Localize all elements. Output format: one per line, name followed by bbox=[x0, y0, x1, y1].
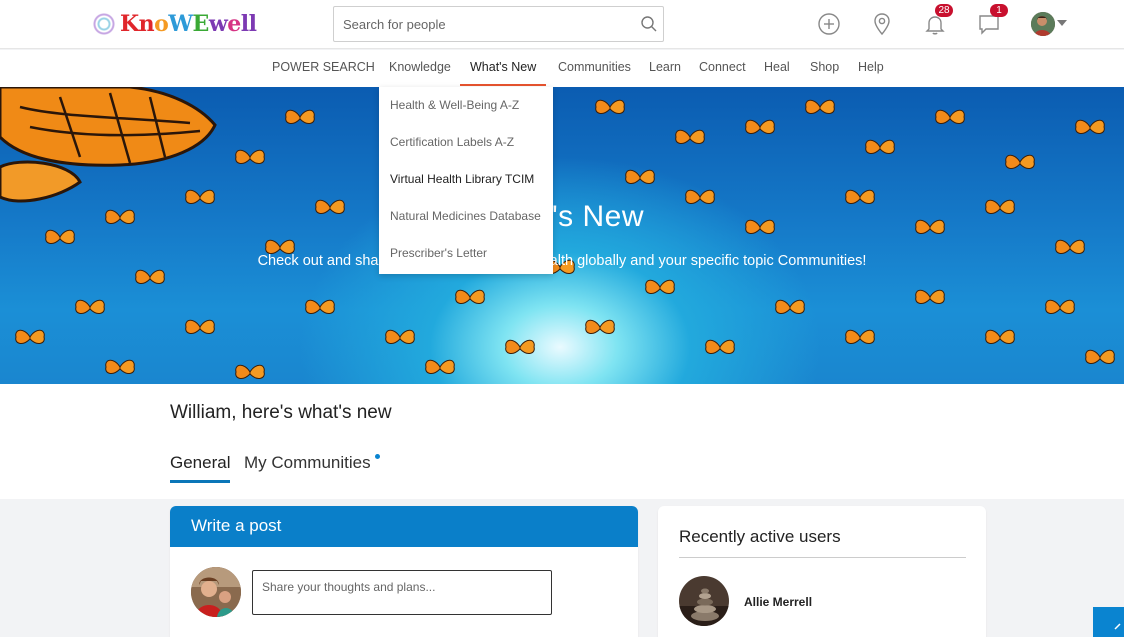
user-avatar[interactable] bbox=[679, 576, 729, 626]
nav-learn[interactable]: Learn bbox=[649, 50, 681, 86]
nav-shop[interactable]: Shop bbox=[810, 50, 839, 86]
dropdown-item-prescribers-letter[interactable]: Prescriber's Letter bbox=[390, 246, 487, 260]
nav-connect[interactable]: Connect bbox=[699, 50, 746, 86]
nav-knowledge[interactable]: Knowledge bbox=[389, 50, 451, 86]
post-input[interactable] bbox=[252, 570, 552, 615]
user-avatar[interactable] bbox=[1031, 12, 1055, 36]
knowewell-logo[interactable]: KnoWEwell bbox=[92, 10, 257, 38]
nav-heal[interactable]: Heal bbox=[764, 50, 790, 86]
notifications-badge: 28 bbox=[935, 4, 953, 17]
recent-users-card: Recently active users Allie Merrell bbox=[658, 506, 986, 637]
page-title: William, here's what's new bbox=[170, 402, 392, 423]
hero-title: What's New bbox=[479, 200, 645, 233]
dropdown-item-health-wellbeing[interactable]: Health & Well-Being A-Z bbox=[390, 98, 519, 112]
whats-new-dropdown: Health & Well-Being A-Z Certification La… bbox=[379, 87, 553, 274]
butterflies-illustration bbox=[0, 87, 1115, 379]
main-nav: POWER SEARCH Knowledge What's New Commun… bbox=[0, 50, 1124, 87]
messages-button[interactable]: 1 bbox=[977, 4, 1008, 36]
hero-banner: What's New Check out and share what's ne… bbox=[0, 87, 1124, 384]
top-header: KnoWEwell 28 1 bbox=[0, 0, 1124, 49]
nav-help[interactable]: Help bbox=[858, 50, 884, 86]
location-pin-icon[interactable] bbox=[870, 12, 894, 36]
chevron-down-icon[interactable] bbox=[1057, 20, 1067, 26]
tab-my-communities[interactable]: My Communities bbox=[244, 453, 371, 473]
messages-badge: 1 bbox=[990, 4, 1008, 17]
divider bbox=[679, 557, 966, 558]
people-search[interactable] bbox=[333, 6, 664, 42]
recent-users-title: Recently active users bbox=[679, 527, 841, 546]
dropdown-item-natural-medicines[interactable]: Natural Medicines Database bbox=[390, 209, 541, 223]
nav-power-search[interactable]: POWER SEARCH bbox=[272, 50, 375, 86]
user-name[interactable]: Allie Merrell bbox=[744, 595, 812, 609]
large-butterfly bbox=[0, 87, 217, 203]
search-input[interactable] bbox=[334, 7, 624, 41]
search-icon[interactable] bbox=[640, 15, 658, 33]
tab-general[interactable]: General bbox=[170, 453, 230, 473]
write-post-title: Write a post bbox=[170, 506, 638, 547]
logo-mandala-icon bbox=[92, 12, 116, 36]
hero-subtitle: Check out and share what's new in Whole … bbox=[257, 253, 867, 269]
scroll-to-top-button[interactable] bbox=[1093, 607, 1124, 637]
notifications-button[interactable]: 28 bbox=[923, 4, 953, 36]
unread-indicator bbox=[375, 454, 380, 459]
active-tab-underline bbox=[170, 480, 230, 483]
feed-header: William, here's what's new General My Co… bbox=[0, 384, 1124, 499]
nav-whats-new[interactable]: What's New bbox=[459, 50, 547, 86]
chevron-up-icon bbox=[1114, 623, 1121, 630]
dropdown-item-certification-labels[interactable]: Certification Labels A-Z bbox=[390, 135, 514, 149]
nav-communities[interactable]: Communities bbox=[558, 50, 631, 86]
dropdown-item-virtual-health-library[interactable]: Virtual Health Library TCIM bbox=[390, 172, 534, 186]
write-post-card: Write a post bbox=[170, 506, 638, 637]
post-author-avatar bbox=[191, 567, 241, 617]
logo-text: KnoWEwell bbox=[120, 11, 257, 37]
add-circle-icon[interactable] bbox=[817, 12, 841, 36]
